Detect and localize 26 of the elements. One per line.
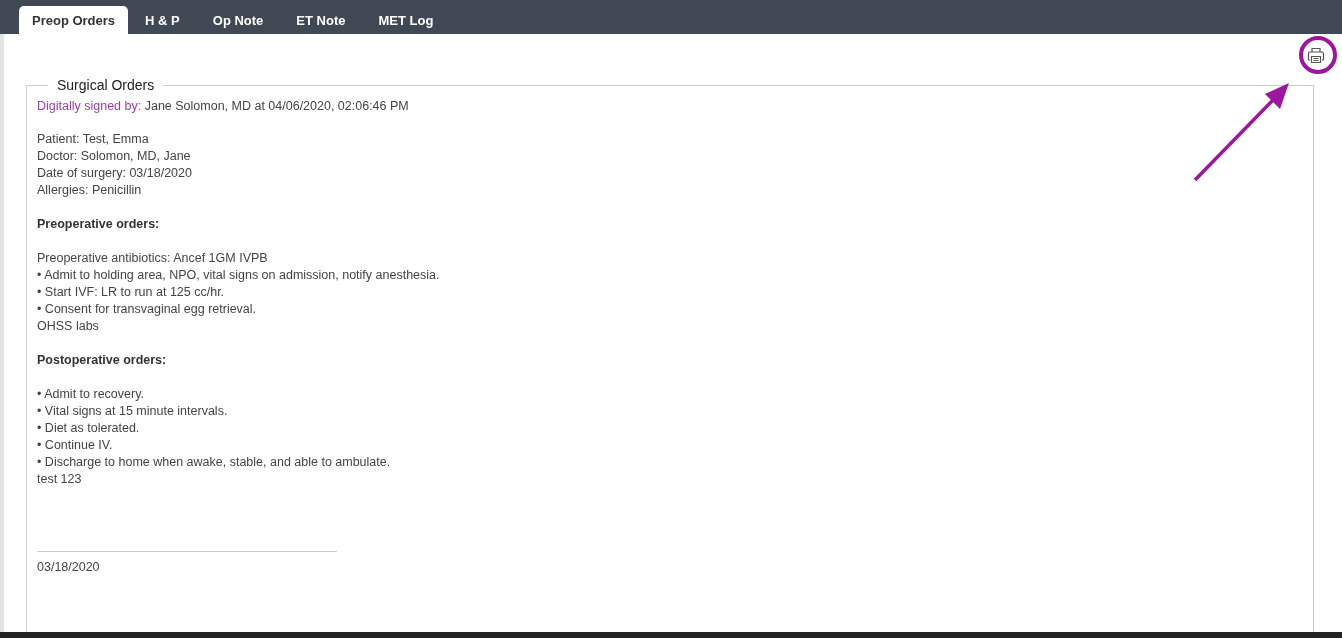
tab[interactable]: ET Note <box>280 6 362 34</box>
patient-info-line: Allergies: Penicillin <box>37 182 143 199</box>
patient-info-line: Date of surgery: 03/18/2020 <box>37 165 193 182</box>
order-line: • Discharge to home when awake, stable, and able to ambulate. <box>37 454 392 471</box>
order-line: test 123 <box>37 471 83 488</box>
signature-date: 03/18/2020 <box>37 560 101 574</box>
patient-info-line: Patient: Test, Emma <box>37 131 150 148</box>
tab[interactable]: MET Log <box>362 6 450 34</box>
print-icon <box>1307 47 1325 64</box>
tab[interactable]: Preop Orders <box>19 6 129 34</box>
signature-line: Digitally signed by: Jane Solomon, MD at 04/06/2020, 02:06:46 PM <box>37 99 410 113</box>
tab[interactable]: H & P <box>129 6 196 34</box>
section-heading: Preoperative orders: <box>37 216 161 233</box>
order-line: • Diet as tolerated. <box>37 420 141 437</box>
document-title: Surgical Orders <box>56 77 156 93</box>
order-line: • Vital signs at 15 minute intervals. <box>37 403 229 420</box>
order-line: • Continue IV. <box>37 437 114 454</box>
order-line: • Start IVF: LR to run at 125 cc/hr. <box>37 284 226 301</box>
order-line: OHSS labs <box>37 318 100 335</box>
patient-info-line: Doctor: Solomon, MD, Jane <box>37 148 192 165</box>
order-line: • Admit to holding area, NPO, vital signs on admission, notify anesthesia. <box>37 267 441 284</box>
tab[interactable]: Op Note <box>196 6 280 34</box>
section-heading: Postoperative orders: <box>37 352 168 369</box>
order-line: Preoperative antibiotics: Ancef 1GM IVPB <box>37 250 269 267</box>
order-line: • Consent for transvaginal egg retrieval. <box>37 301 258 318</box>
order-line: • Admit to recovery. <box>37 386 145 403</box>
